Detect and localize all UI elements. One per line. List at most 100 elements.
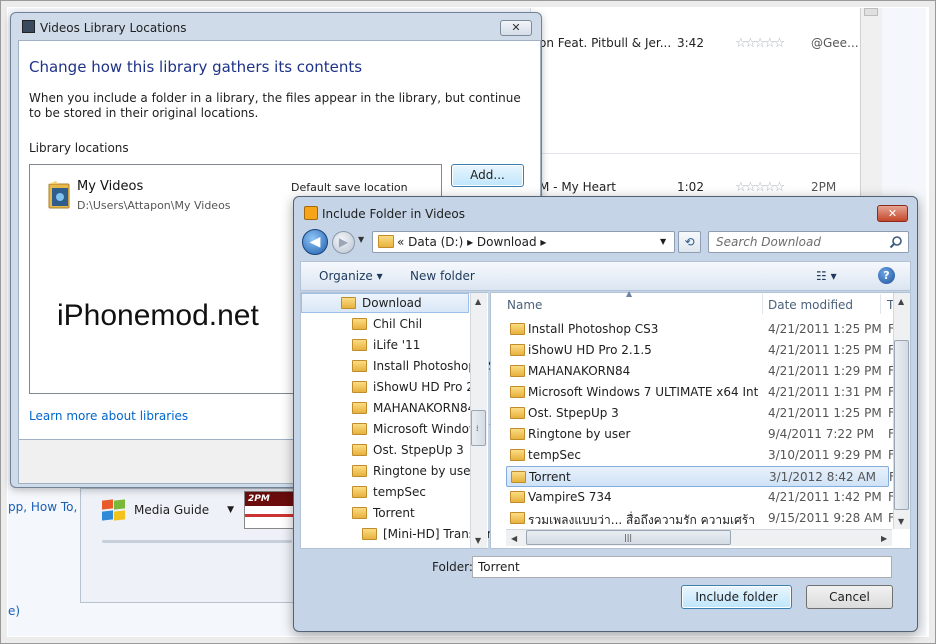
column-divider[interactable] [762,294,763,314]
add-button[interactable]: Add... [451,164,524,187]
background-link-text[interactable]: e) [8,604,20,618]
file-date: 9/4/2011 7:22 PM [768,427,875,441]
library-locations-label: Library locations [29,141,129,155]
folder-icon [352,423,367,435]
file-name: Torrent [529,470,571,484]
file-name: iShowU HD Pro 2.1.5 [528,343,652,357]
address-breadcrumb[interactable]: « Data (D:) ▸ Download ▸ [397,235,546,249]
rating-stars[interactable]: ☆☆☆☆☆ [735,180,785,195]
file-row[interactable]: VampireS 734 4/21/2011 1:42 PM F [506,487,895,508]
folder-icon [352,402,367,414]
column-divider[interactable] [880,294,881,314]
search-icon[interactable] [889,235,903,249]
address-dropdown-icon[interactable]: ▼ [660,237,666,246]
default-save-badge: Default save location [291,181,408,194]
help-icon[interactable]: ? [878,267,895,284]
tree-item[interactable]: Torrent [352,503,415,523]
folder-icon [352,339,367,351]
tree-item[interactable]: Ost. StpepUp 3 [352,440,464,460]
close-icon[interactable]: ✕ [500,20,532,36]
file-name: Microsoft Windows 7 ULTIMATE x64 Inte... [528,385,758,399]
refresh-icon[interactable]: ⟲ [678,231,701,253]
tree-item-label: Download [362,296,422,310]
background-link-text[interactable]: pp, How To, [8,500,77,514]
back-arrow-icon[interactable]: ◀ [302,229,328,255]
tree-item-label: tempSec [373,485,426,499]
folder-name-field[interactable]: Torrent [472,556,892,578]
tree-item-label: Chil Chil [373,317,423,331]
scroll-down-icon[interactable]: ▼ [898,517,904,526]
tree-item[interactable]: Ringtone by user [352,461,475,481]
file-row[interactable]: tempSec 3/10/2011 9:29 PM F [506,445,895,466]
file-name: VampireS 734 [528,490,612,504]
tree-item[interactable]: tempSec [352,482,426,502]
column-header-date[interactable]: Date modified [768,298,853,312]
tree-item-download[interactable]: Download [341,293,422,313]
sort-ascending-icon: ▲ [626,289,633,298]
cancel-button[interactable]: Cancel [806,585,893,609]
organize-button[interactable]: Organize ▾ [319,269,383,283]
close-icon[interactable]: ✕ [877,205,908,222]
folder-icon [352,465,367,477]
tree-item[interactable]: Chil Chil [352,314,422,334]
recent-pages-dropdown-icon[interactable]: ▼ [358,235,364,244]
folder-icon [510,386,525,398]
scrollbar-thumb[interactable] [864,8,878,16]
library-dialog-heading: Change how this library gathers its cont… [29,58,363,76]
file-row[interactable]: Ringtone by user 9/4/2011 7:22 PM F [506,424,895,445]
include-folder-button[interactable]: Include folder [681,585,792,609]
file-row[interactable]: Microsoft Windows 7 ULTIMATE x64 Inte...… [506,382,895,403]
folder-icon [510,491,525,503]
learn-more-link[interactable]: Learn more about libraries [29,409,188,423]
folder-icon [341,297,356,309]
track-artist: 2PM [811,180,837,194]
folder-icon [510,323,525,335]
chevron-down-icon: ▼ [227,505,235,515]
seek-bar[interactable] [102,540,292,543]
track-artist: @Gee... [811,36,859,50]
file-name: Install Photoshop CS3 [528,322,659,336]
scroll-right-icon[interactable]: ▶ [881,534,887,543]
scroll-left-icon[interactable]: ◀ [511,534,517,543]
file-date: 4/21/2011 1:25 PM [768,322,882,336]
tree-item[interactable]: iLife '11 [352,335,420,355]
track-length: 1:02 [677,180,704,194]
file-name: รวมเพลงแบบว่า... สื่อถึงความรัก ความเศร้… [528,513,758,527]
file-row-selected[interactable]: Torrent3/1/2012 8:42 AMF [506,466,896,487]
video-library-icon [304,206,318,220]
tree-item-label: MAHANAKORN84 [373,401,476,415]
scroll-up-icon[interactable]: ▲ [898,297,904,306]
folder-icon [510,449,525,461]
file-date: 3/10/2011 9:29 PM [768,448,882,462]
file-date: 3/1/2012 8:42 AM [769,470,877,484]
scrollbar-thumb[interactable] [894,340,909,510]
scroll-down-icon[interactable]: ▼ [475,536,481,545]
file-row[interactable]: Install Photoshop CS3 4/21/2011 1:25 PM F [506,319,895,340]
forward-arrow-icon[interactable]: ▶ [332,231,355,254]
track-row[interactable]: on Feat. Pitbull & Jer... 3:42 ☆☆☆☆☆ @Ge… [531,24,861,64]
include-dialog-title: Include Folder in Videos [322,207,466,221]
folder-icon [352,360,367,372]
folder-icon [510,407,525,419]
tree-item-label: Ringtone by user [373,464,476,478]
scroll-up-icon[interactable]: ▲ [475,297,481,306]
new-folder-button[interactable]: New folder [410,269,475,283]
column-header-name[interactable]: Name [507,298,542,312]
file-date: 4/21/2011 1:25 PM [768,406,882,420]
file-row[interactable]: iShowU HD Pro 2.1.5 4/21/2011 1:25 PM F [506,340,895,361]
watermark-text: iPhonemod.net [57,299,259,332]
location-name[interactable]: My Videos [77,179,143,194]
album-art-thumbnail[interactable]: 2PM [244,491,294,529]
rating-stars[interactable]: ☆☆☆☆☆ [735,36,785,51]
file-row[interactable]: รวมเพลงแบบว่า... สื่อถึงความรัก ความเศร้… [506,508,895,529]
file-date: 4/21/2011 1:31 PM [768,385,882,399]
file-date: 4/21/2011 1:25 PM [768,343,882,357]
file-row[interactable]: Ost. StpepUp 3 4/21/2011 1:25 PM F [506,403,895,424]
folder-icon [352,318,367,330]
tree-item[interactable]: MAHANAKORN84 [352,398,475,418]
change-view-icon[interactable]: ☷ ▾ [816,269,837,283]
file-row[interactable]: MAHANAKORN84 4/21/2011 1:29 PM F [506,361,895,382]
file-name: Ringtone by user [528,427,631,441]
media-guide-button[interactable]: Media Guide ▼ [100,497,234,523]
folder-icon [510,365,525,377]
